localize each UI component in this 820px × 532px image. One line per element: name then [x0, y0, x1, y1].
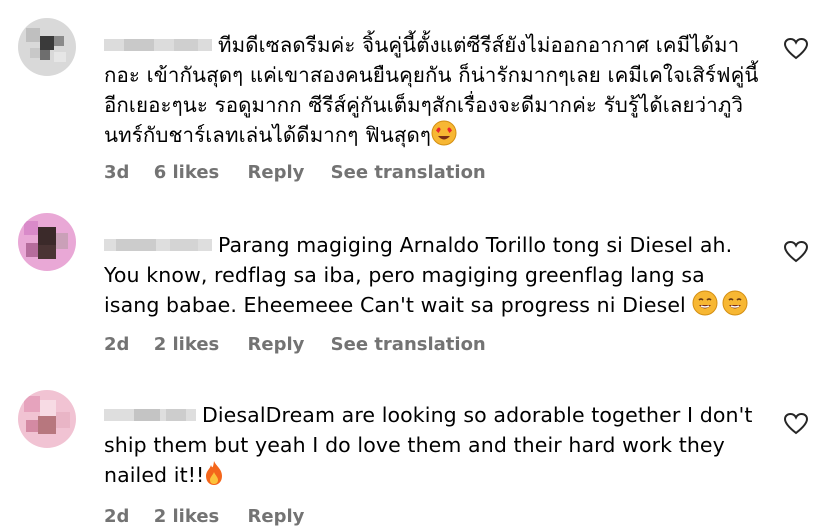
avatar[interactable] [18, 18, 76, 76]
comment-time[interactable]: 2d [104, 334, 129, 355]
likes-count[interactable]: 6 likes [154, 162, 220, 183]
username-blurred[interactable] [104, 236, 212, 252]
username-blurred[interactable] [104, 406, 196, 422]
fire-emoji [204, 460, 224, 486]
heart-icon[interactable] [783, 412, 809, 436]
grinning-face-emoji [722, 290, 748, 316]
comment-meta: 2d 2 likes Reply [104, 506, 304, 527]
avatar[interactable] [18, 213, 76, 271]
reply-button[interactable]: Reply [248, 162, 305, 183]
reply-button[interactable]: Reply [248, 506, 305, 527]
comment-time[interactable]: 3d [104, 162, 129, 183]
heart-eyes-emoji [431, 120, 457, 146]
heart-icon[interactable] [783, 37, 809, 61]
comment-body: DiesalDream are looking so adorable toge… [104, 403, 753, 487]
comment-text: DiesalDream are looking so adorable toge… [104, 400, 764, 490]
likes-count[interactable]: 2 likes [154, 506, 220, 527]
see-translation-button[interactable]: See translation [331, 334, 486, 355]
grinning-face-emoji [692, 290, 718, 316]
comment-text: ทีมดีเซลดรีมค่ะ จิ้นคู่นี้ตั้งแต่ซีรีส์ย… [104, 30, 764, 150]
comment-text: Parang magiging Arnaldo Torillo tong si … [104, 230, 764, 320]
comment-time[interactable]: 2d [104, 506, 129, 527]
username-blurred[interactable] [104, 36, 212, 52]
heart-icon[interactable] [783, 240, 809, 264]
comment-meta: 3d 6 likes Reply See translation [104, 162, 486, 183]
likes-count[interactable]: 2 likes [154, 334, 220, 355]
avatar[interactable] [18, 390, 76, 448]
reply-button[interactable]: Reply [248, 334, 305, 355]
comment-meta: 2d 2 likes Reply See translation [104, 334, 486, 355]
see-translation-button[interactable]: See translation [331, 162, 486, 183]
